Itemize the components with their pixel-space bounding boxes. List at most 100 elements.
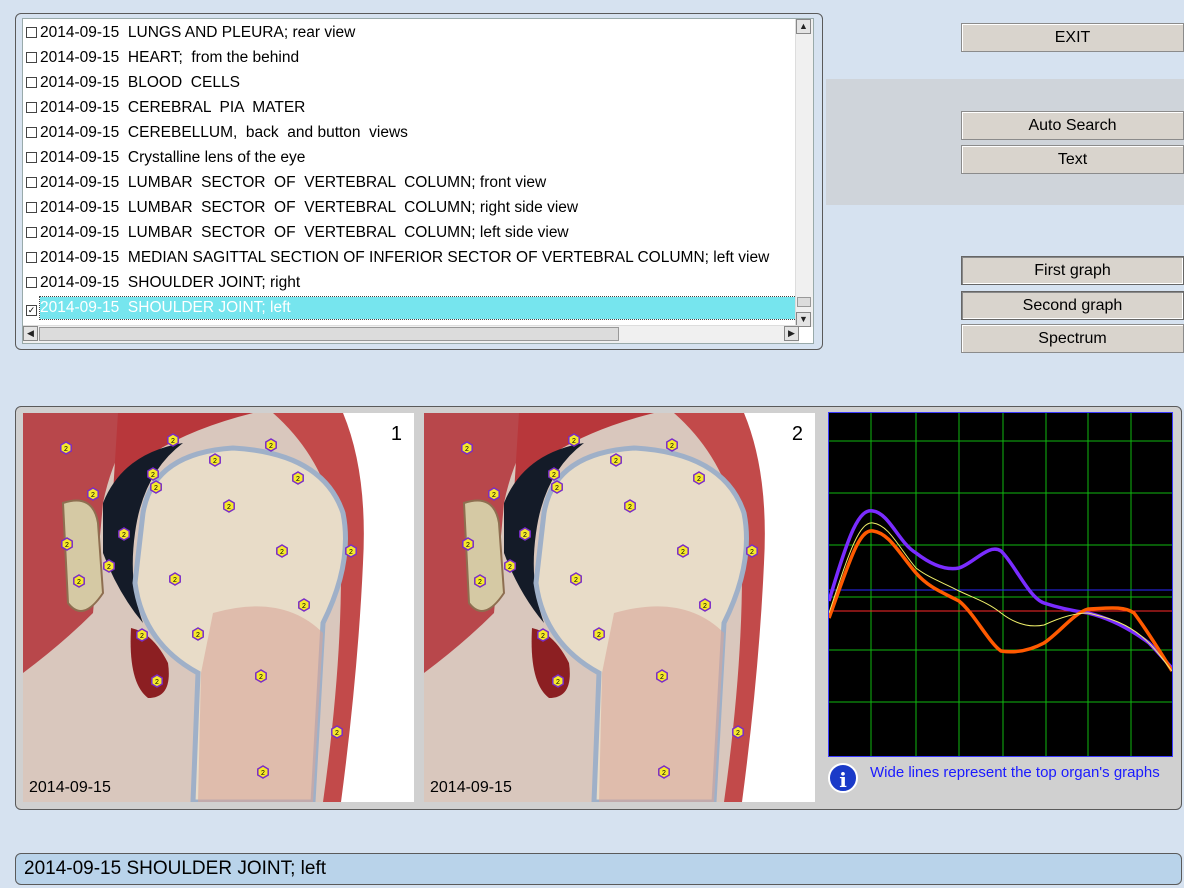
- list-item-title: LUMBAR SECTOR OF VERTEBRAL COLUMN; right…: [127, 199, 579, 216]
- marker-icon[interactable]: 2: [73, 574, 85, 588]
- marker-icon[interactable]: 2: [192, 627, 204, 641]
- list-item-checkbox[interactable]: [26, 177, 37, 188]
- svg-text:2: 2: [65, 542, 69, 549]
- marker-icon[interactable]: 2: [223, 499, 235, 513]
- list-item-date: 2014-09-15: [40, 99, 120, 116]
- marker-icon[interactable]: 2: [504, 559, 516, 573]
- marker-icon[interactable]: 2: [624, 499, 636, 513]
- marker-icon[interactable]: 2: [61, 537, 73, 551]
- first-graph-button[interactable]: First graph: [961, 256, 1184, 285]
- marker-icon[interactable]: 2: [570, 572, 582, 586]
- marker-icon[interactable]: 2: [136, 628, 148, 642]
- marker-icon[interactable]: 2: [255, 669, 267, 683]
- marker-icon[interactable]: 2: [298, 598, 310, 612]
- list-item[interactable]: 2014-09-15 BLOOD CELLS: [26, 72, 798, 94]
- list-item-checkbox[interactable]: [26, 152, 37, 163]
- marker-icon[interactable]: 2: [331, 725, 343, 739]
- list-item-checkbox[interactable]: [26, 102, 37, 113]
- svg-text:2: 2: [280, 549, 284, 556]
- svg-text:2: 2: [750, 549, 754, 556]
- marker-icon[interactable]: 2: [551, 480, 563, 494]
- horizontal-scrollbar[interactable]: ◀ ▶: [23, 325, 799, 343]
- marker-icon[interactable]: 2: [548, 467, 560, 481]
- marker-icon[interactable]: 2: [151, 674, 163, 688]
- horizontal-scroll-thumb[interactable]: [39, 327, 619, 341]
- scan-date: 2014-09-15: [430, 779, 512, 796]
- marker-icon[interactable]: 2: [568, 433, 580, 447]
- marker-icon[interactable]: 2: [147, 467, 159, 481]
- scan-image-1[interactable]: 2 2 2 2 2 2 2 2 2 2 2 2 2 2 2 2 2 2 2 2 2 2 2 1 2014-09-15: [23, 413, 414, 802]
- marker-icon[interactable]: 2: [693, 471, 705, 485]
- marker-icon[interactable]: 2: [276, 544, 288, 558]
- list-item[interactable]: 2014-09-15 CEREBELLUM, back and button v…: [26, 122, 798, 144]
- marker-icon[interactable]: 2: [87, 487, 99, 501]
- marker-icon[interactable]: 2: [118, 527, 130, 541]
- marker-icon[interactable]: 2: [732, 725, 744, 739]
- list-item[interactable]: 2014-09-15 Crystalline lens of the eye: [26, 147, 798, 169]
- marker-icon[interactable]: 2: [209, 453, 221, 467]
- spectrum-button[interactable]: Spectrum: [961, 324, 1184, 353]
- marker-icon[interactable]: 2: [519, 527, 531, 541]
- list-item[interactable]: 2014-09-15 LUNGS AND PLEURA; rear view: [26, 22, 798, 44]
- marker-icon[interactable]: 2: [746, 544, 758, 558]
- marker-icon[interactable]: 2: [345, 544, 357, 558]
- auto-search-button[interactable]: Auto Search: [961, 111, 1184, 140]
- scroll-left-icon[interactable]: ◀: [23, 326, 38, 341]
- marker-icon[interactable]: 2: [474, 574, 486, 588]
- list-item-checkbox[interactable]: [26, 227, 37, 238]
- shoulder-illustration: 2 2 2 2 2 2 2 2 2 2 2 2 2 2 2 2 2 2 2 2 2 2 2: [23, 413, 414, 802]
- list-item-checkbox[interactable]: [26, 277, 37, 288]
- marker-icon[interactable]: 2: [265, 438, 277, 452]
- organ-listbox[interactable]: 2014-09-15 LUNGS AND PLEURA; rear view 20…: [22, 18, 814, 344]
- list-item-checkbox[interactable]: ✓: [26, 305, 37, 316]
- marker-icon[interactable]: 2: [60, 441, 72, 455]
- marker-icon[interactable]: 2: [699, 598, 711, 612]
- list-item[interactable]: 2014-09-15 LUMBAR SECTOR OF VERTEBRAL CO…: [26, 197, 798, 219]
- list-item-checkbox[interactable]: [26, 127, 37, 138]
- vertical-scrollbar[interactable]: ▲ ▼: [795, 19, 813, 327]
- list-item-checkbox[interactable]: [26, 202, 37, 213]
- marker-icon[interactable]: 2: [656, 669, 668, 683]
- marker-icon[interactable]: 2: [257, 765, 269, 779]
- list-item[interactable]: ✓ 2014-09-15 SHOULDER JOINT; left: [26, 296, 801, 320]
- svg-text:2: 2: [107, 564, 111, 571]
- marker-icon[interactable]: 2: [666, 438, 678, 452]
- list-item[interactable]: 2014-09-15 LUMBAR SECTOR OF VERTEBRAL CO…: [26, 172, 798, 194]
- list-item-checkbox[interactable]: [26, 252, 37, 263]
- marker-icon[interactable]: 2: [462, 537, 474, 551]
- exit-button[interactable]: EXIT: [961, 23, 1184, 52]
- marker-icon[interactable]: 2: [292, 471, 304, 485]
- scroll-right-icon[interactable]: ▶: [784, 326, 799, 341]
- text-button[interactable]: Text: [961, 145, 1184, 174]
- marker-icon[interactable]: 2: [610, 453, 622, 467]
- marker-icon[interactable]: 2: [169, 572, 181, 586]
- list-item[interactable]: 2014-09-15 CEREBRAL PIA MATER: [26, 97, 798, 119]
- list-item-date: 2014-09-15: [40, 249, 120, 266]
- list-item[interactable]: 2014-09-15 LUMBAR SECTOR OF VERTEBRAL CO…: [26, 222, 798, 244]
- list-item-date: 2014-09-15: [40, 149, 120, 166]
- list-item-checkbox[interactable]: [26, 52, 37, 63]
- list-item-title: Crystalline lens of the eye: [127, 149, 306, 166]
- marker-icon[interactable]: 2: [537, 628, 549, 642]
- list-item-label: 2014-09-15 Crystalline lens of the eye: [40, 147, 309, 169]
- marker-icon[interactable]: 2: [167, 433, 179, 447]
- scan-image-2[interactable]: 2 2 2 2 2 2 2 2 2 2 2 2 2 2 2 2 2 2 2 2 2 2 2 2 2014-09-15: [424, 413, 815, 802]
- scroll-up-icon[interactable]: ▲: [796, 19, 811, 34]
- marker-icon[interactable]: 2: [593, 627, 605, 641]
- marker-icon[interactable]: 2: [150, 480, 162, 494]
- list-item-date: 2014-09-15: [40, 274, 120, 291]
- list-item[interactable]: 2014-09-15 MEDIAN SAGITTAL SECTION OF IN…: [26, 247, 798, 269]
- marker-icon[interactable]: 2: [488, 487, 500, 501]
- list-item[interactable]: 2014-09-15 SHOULDER JOINT; right: [26, 272, 798, 294]
- list-item-checkbox[interactable]: [26, 77, 37, 88]
- list-item-title: CEREBRAL PIA MATER: [127, 99, 306, 116]
- vertical-scroll-thumb[interactable]: [797, 297, 811, 307]
- marker-icon[interactable]: 2: [552, 674, 564, 688]
- list-item[interactable]: 2014-09-15 HEART; from the behind: [26, 47, 798, 69]
- second-graph-button[interactable]: Second graph: [961, 291, 1184, 320]
- marker-icon[interactable]: 2: [677, 544, 689, 558]
- list-item-checkbox[interactable]: [26, 27, 37, 38]
- marker-icon[interactable]: 2: [461, 441, 473, 455]
- marker-icon[interactable]: 2: [658, 765, 670, 779]
- marker-icon[interactable]: 2: [103, 559, 115, 573]
